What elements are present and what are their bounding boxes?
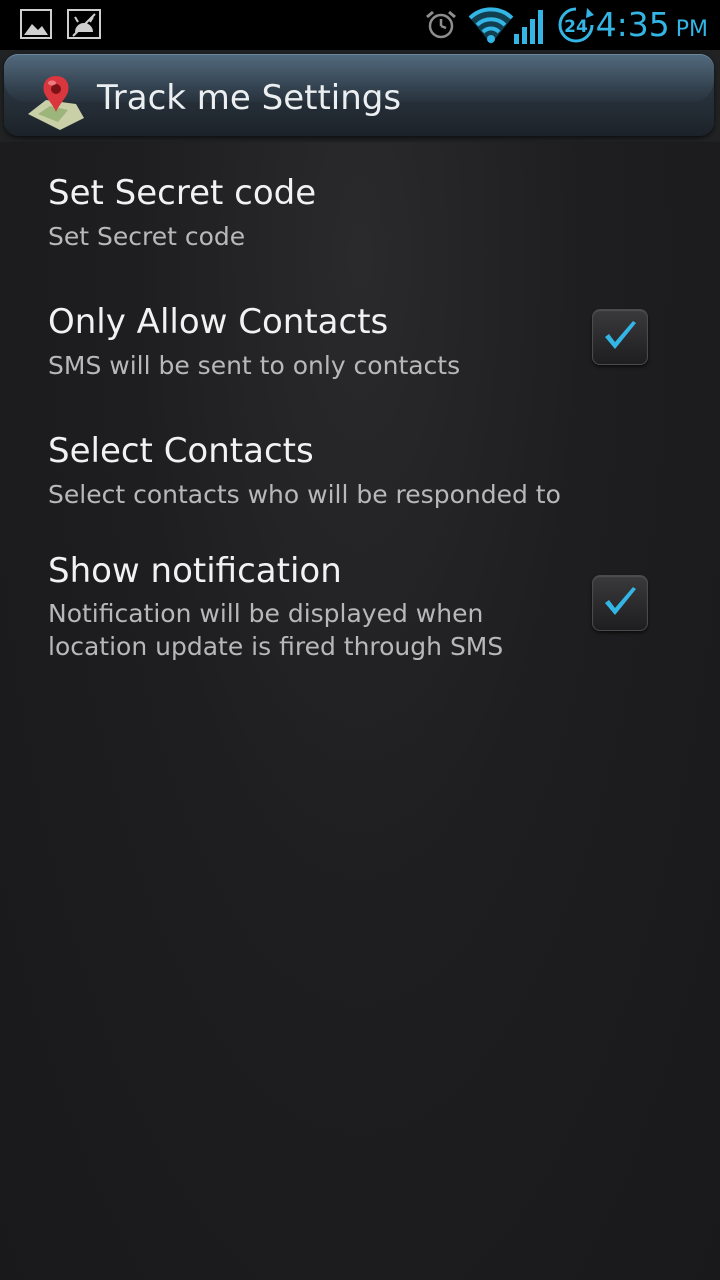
status-bar: 24 4:35 PM: [0, 0, 720, 50]
pref-select-contacts[interactable]: Select Contacts Select contacts who will…: [0, 419, 720, 527]
page-title: Track me Settings: [97, 78, 402, 118]
checkmark-icon: [605, 587, 636, 615]
data-counter-label: 24: [564, 17, 588, 37]
checkmark-icon: [605, 321, 636, 349]
status-clock: 4:35 PM: [596, 4, 708, 51]
status-time: 4:35: [595, 5, 670, 44]
settings-screen: 24 4:35 PM Track me Settings Set Secret c…: [0, 0, 720, 1280]
android-update-icon: [67, 8, 101, 44]
show-notification-checkbox[interactable]: [592, 575, 648, 631]
pref-title: Set Secret code: [48, 173, 317, 213]
pref-only-allow-contacts[interactable]: Only Allow Contacts SMS will be sent to …: [0, 290, 720, 398]
data-counter-icon: 24: [557, 6, 595, 48]
pref-summary: SMS will be sent to only contacts: [48, 351, 461, 380]
only-allow-contacts-checkbox[interactable]: [592, 309, 648, 365]
signal-icon: [512, 6, 548, 48]
pref-summary: Select contacts who will be responded to: [48, 480, 561, 509]
action-bar: Track me Settings: [0, 50, 720, 142]
pref-summary: Set Secret code: [48, 222, 246, 251]
status-ampm: PM: [675, 17, 708, 42]
pref-set-secret-code[interactable]: Set Secret code Set Secret code: [0, 160, 720, 268]
alarm-icon: [424, 9, 458, 45]
pref-title: Only Allow Contacts: [48, 302, 389, 342]
pref-title: Select Contacts: [48, 431, 314, 471]
pref-summary: Notification will be displayed when loca…: [48, 599, 504, 661]
wifi-icon: [468, 6, 514, 48]
pref-title: Show notification: [48, 551, 342, 591]
gallery-icon: [20, 8, 52, 44]
map-pin-icon[interactable]: [24, 70, 88, 134]
pref-show-notification[interactable]: Show notification Notification will be d…: [0, 538, 720, 678]
